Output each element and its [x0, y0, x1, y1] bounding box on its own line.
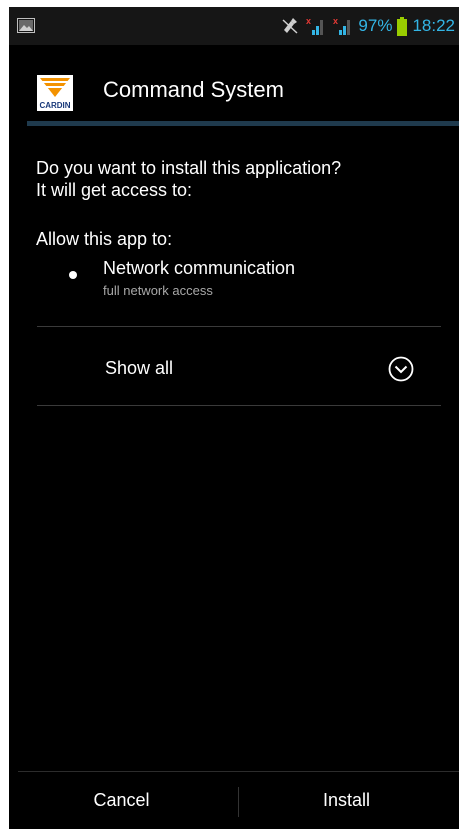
status-indicators: x x 97% 18:22: [281, 7, 455, 45]
battery-icon: [397, 16, 408, 36]
header-divider: [27, 121, 459, 126]
mute-icon: [282, 18, 298, 34]
permission-title: Network communication: [103, 258, 296, 278]
app-title: Command System: [103, 77, 284, 102]
dialog-header: CARDIN Command System: [9, 65, 459, 127]
signal-1-icon: x: [306, 16, 324, 35]
divider: [37, 326, 441, 327]
question-line-2: It will get access to:: [36, 180, 193, 200]
show-all-button[interactable]: Show all: [37, 335, 441, 405]
svg-text:x: x: [306, 16, 311, 26]
allow-label: Allow this app to:: [36, 229, 173, 249]
install-dialog-screen: x x 97% 18:22 CARDIN Command System Do y…: [9, 7, 459, 829]
install-button[interactable]: Install: [234, 772, 459, 829]
cardin-logo-icon: CARDIN: [37, 75, 73, 111]
permission-subtitle: full network access: [103, 283, 213, 298]
svg-text:x: x: [333, 16, 338, 26]
cancel-button[interactable]: Cancel: [9, 772, 234, 829]
status-bar: x x 97% 18:22: [9, 7, 459, 45]
divider: [37, 405, 441, 406]
battery-percent: 97%: [358, 16, 393, 35]
signal-2-icon: x: [333, 16, 351, 35]
show-all-label: Show all: [105, 358, 174, 378]
install-question: Do you want to install this application?…: [36, 157, 446, 201]
question-line-1: Do you want to install this application?: [36, 158, 342, 178]
clock: 18:22: [412, 16, 455, 35]
chevron-down-circle-icon[interactable]: [388, 356, 414, 382]
permission-bullet: [69, 271, 77, 279]
gallery-icon: [17, 18, 35, 33]
svg-text:CARDIN: CARDIN: [39, 101, 70, 110]
button-bar: Cancel Install: [9, 772, 459, 829]
